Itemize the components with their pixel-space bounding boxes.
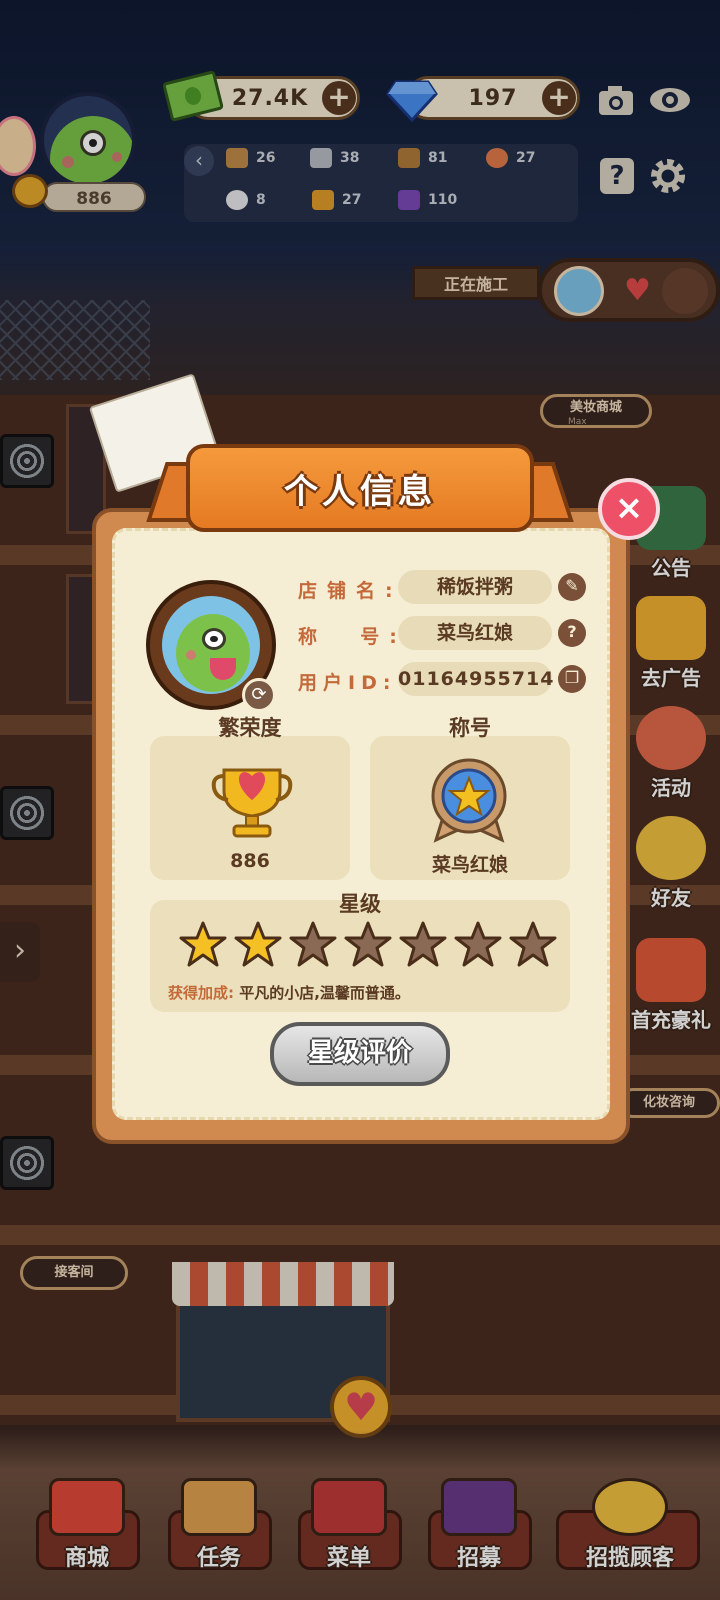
star-rating	[178, 920, 558, 968]
rank-medal-icon	[431, 758, 507, 843]
monster-spot	[186, 650, 196, 660]
prosperity-heading: 繁荣度	[218, 716, 282, 740]
title-label: 称 号:	[298, 626, 407, 648]
close-button[interactable]: ×	[598, 478, 660, 540]
bonus-text: 获得加成: 平凡的小店,温馨而普通。	[168, 982, 410, 1003]
shop-name-label: 店铺名:	[298, 580, 403, 602]
star-empty-icon	[289, 921, 337, 967]
star-filled-icon	[234, 921, 282, 967]
copy-id-button[interactable]: ❐	[558, 665, 586, 693]
bonus-label: 获得加成:	[168, 984, 234, 1002]
star-empty-icon	[399, 921, 447, 967]
prosperity-value: 886	[230, 850, 270, 872]
monster-eye	[202, 628, 226, 650]
star-level-heading: 星级	[339, 892, 381, 916]
star-empty-icon	[509, 921, 557, 967]
title-value: 菜鸟红娘	[398, 616, 552, 650]
title-help-button[interactable]: ?	[558, 619, 586, 647]
star-empty-icon	[454, 921, 502, 967]
shop-name-value: 稀饭拌粥	[398, 570, 552, 604]
star-filled-icon	[179, 921, 227, 967]
star-empty-icon	[344, 921, 392, 967]
star-rating-button[interactable]: 星级评价	[270, 1022, 450, 1086]
rank-value: 菜鸟红娘	[431, 854, 508, 876]
bonus-value: 平凡的小店,温馨而普通。	[239, 984, 410, 1002]
profile-avatar-image	[162, 596, 260, 694]
monster-face	[176, 614, 250, 692]
trophy-icon	[211, 768, 293, 838]
monster-tongue	[210, 658, 236, 680]
user-id-value: 01164955714	[398, 662, 553, 696]
user-id-label: 用户ID:	[298, 672, 397, 694]
edit-name-button[interactable]: ✎	[558, 573, 586, 601]
dialog-title: 个人信息	[186, 444, 534, 532]
rank-heading: 称号	[449, 716, 491, 740]
change-avatar-button[interactable]: ⟳	[242, 678, 276, 712]
